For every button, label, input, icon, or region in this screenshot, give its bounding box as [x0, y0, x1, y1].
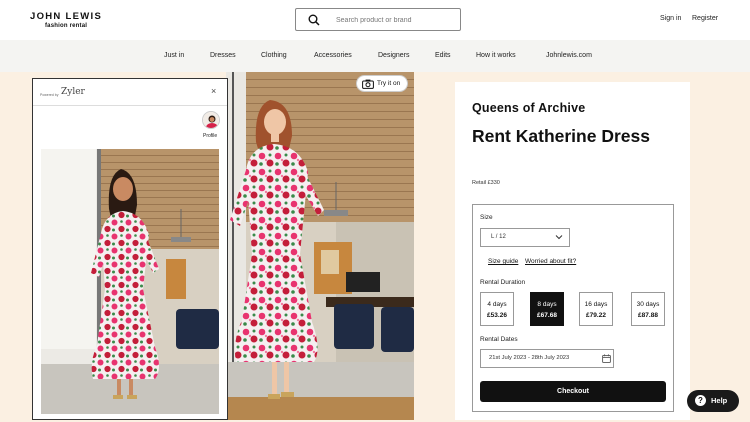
duration-price: £87.88: [638, 312, 658, 319]
size-guide-link[interactable]: Size guide: [488, 258, 518, 265]
panel-divider: [33, 105, 227, 106]
checkout-button[interactable]: Checkout: [480, 381, 666, 402]
zyler-virtual-try-on-panel: Powered by Zyler ×: [32, 78, 228, 420]
duration-days: 8 days: [537, 301, 557, 308]
nav-johnlewis-com[interactable]: Johnlewis.com: [546, 52, 592, 59]
nav-clothing[interactable]: Clothing: [261, 52, 287, 59]
try-it-on-label: Try it on: [377, 80, 401, 87]
size-value: L / 12: [491, 234, 506, 240]
profile-label[interactable]: Profile: [203, 133, 217, 139]
logo-main-text: JOHN LEWIS: [30, 11, 103, 22]
main-nav: Just in Dresses Clothing Accessories Des…: [0, 40, 750, 72]
duration-days: 30 days: [636, 301, 660, 308]
product-card: Queens of Archive Rent Katherine Dress R…: [455, 82, 690, 420]
camera-icon: [362, 79, 374, 89]
help-icon: ?: [695, 395, 706, 406]
logo-sub-text: fashion rental: [44, 23, 88, 29]
duration-option-8-days[interactable]: 8 days £67.68: [530, 292, 564, 326]
rental-dates-field[interactable]: 21st July 2023 - 28th July 2023: [480, 349, 614, 368]
powered-by-text: Powered by: [40, 93, 59, 97]
size-label: Size: [480, 214, 493, 221]
product-brand[interactable]: Queens of Archive: [472, 101, 585, 115]
help-label: Help: [711, 396, 728, 405]
sign-in-link[interactable]: Sign in: [660, 15, 681, 22]
site-header: JOHN LEWIS fashion rental Sign in Regist…: [0, 0, 750, 40]
duration-price: £53.26: [487, 312, 507, 319]
nav-accessories[interactable]: Accessories: [314, 52, 352, 59]
rental-duration-label: Rental Duration: [480, 279, 526, 286]
worried-about-fit-link[interactable]: Worried about fit?: [525, 258, 576, 265]
rental-dates-label: Rental Dates: [480, 336, 518, 343]
search-icon[interactable]: [308, 14, 320, 26]
size-select[interactable]: L / 12: [480, 228, 570, 247]
try-it-on-button[interactable]: Try it on: [356, 75, 408, 92]
search-input[interactable]: [336, 12, 456, 28]
product-title: Rent Katherine Dress: [472, 126, 650, 146]
register-link[interactable]: Register: [692, 15, 718, 22]
nav-how-it-works[interactable]: How it works: [476, 52, 516, 59]
duration-days: 16 days: [584, 301, 608, 308]
close-icon[interactable]: ×: [211, 86, 216, 96]
profile-avatar[interactable]: [202, 111, 220, 129]
duration-price: £67.68: [537, 312, 557, 319]
nav-designers[interactable]: Designers: [378, 52, 410, 59]
nav-dresses[interactable]: Dresses: [210, 52, 236, 59]
calendar-icon[interactable]: [602, 354, 611, 363]
duration-option-30-days[interactable]: 30 days £87.88: [631, 292, 665, 326]
duration-option-4-days[interactable]: 4 days £53.26: [480, 292, 514, 326]
john-lewis-logo[interactable]: JOHN LEWIS fashion rental: [30, 11, 103, 30]
duration-price: £79.22: [586, 312, 606, 319]
zyler-logo: Zyler: [61, 87, 85, 97]
help-button[interactable]: ? Help: [687, 390, 739, 412]
chevron-down-icon: [555, 235, 563, 240]
product-photo-main[interactable]: [226, 72, 414, 420]
rental-dates-value: 21st July 2023 - 28th July 2023: [489, 355, 570, 361]
duration-days: 4 days: [487, 301, 507, 308]
nav-just-in[interactable]: Just in: [164, 52, 184, 59]
duration-option-16-days[interactable]: 16 days £79.22: [579, 292, 613, 326]
try-on-preview-photo: [41, 149, 219, 414]
retail-price: Retail £330: [472, 180, 500, 186]
nav-edits[interactable]: Edits: [435, 52, 451, 59]
rental-options-box: Size L / 12 Size guide Worried about fit…: [472, 204, 674, 412]
search-box[interactable]: [295, 8, 461, 31]
